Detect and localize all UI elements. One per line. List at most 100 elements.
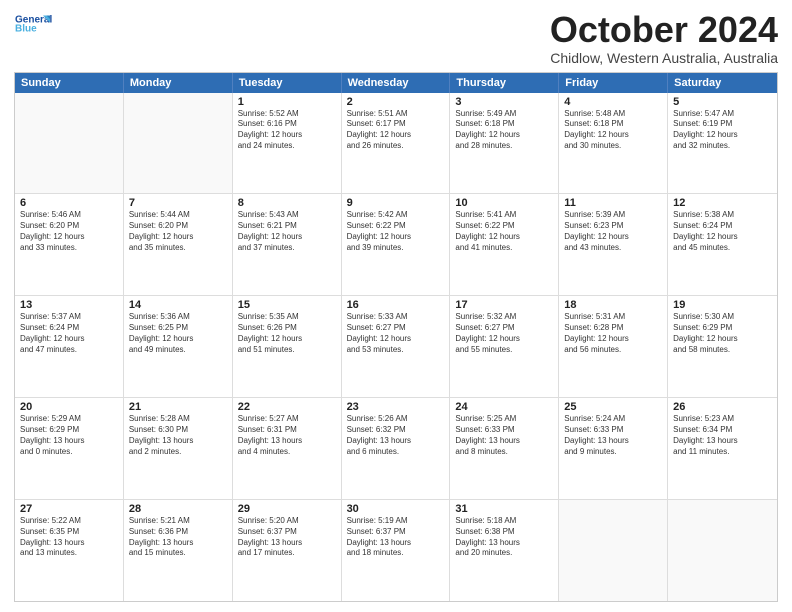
cell-info-line: Sunrise: 5:26 AM [347,414,445,425]
cell-info-line: and 8 minutes. [455,447,553,458]
day-cell-28: 28Sunrise: 5:21 AMSunset: 6:36 PMDayligh… [124,500,233,601]
cell-info-line: Sunset: 6:27 PM [347,323,445,334]
day-cell-19: 19Sunrise: 5:30 AMSunset: 6:29 PMDayligh… [668,296,777,397]
cell-info-line: Sunrise: 5:39 AM [564,210,662,221]
day-cell-24: 24Sunrise: 5:25 AMSunset: 6:33 PMDayligh… [450,398,559,499]
day-number: 20 [20,401,118,413]
cell-info-line: Daylight: 13 hours [20,538,118,549]
cell-info-line: Daylight: 13 hours [238,436,336,447]
day-cell-10: 10Sunrise: 5:41 AMSunset: 6:22 PMDayligh… [450,194,559,295]
day-cell-2: 2Sunrise: 5:51 AMSunset: 6:17 PMDaylight… [342,93,451,194]
cell-info-line: Sunset: 6:22 PM [347,221,445,232]
cell-info-line: Sunrise: 5:33 AM [347,312,445,323]
day-cell-12: 12Sunrise: 5:38 AMSunset: 6:24 PMDayligh… [668,194,777,295]
day-cell-31: 31Sunrise: 5:18 AMSunset: 6:38 PMDayligh… [450,500,559,601]
cell-info-line: and 47 minutes. [20,345,118,356]
cell-info-line: Sunset: 6:28 PM [564,323,662,334]
cell-info-line: Sunset: 6:35 PM [20,527,118,538]
cell-info-line: Daylight: 13 hours [20,436,118,447]
day-number: 10 [455,197,553,209]
cell-info-line: Sunrise: 5:51 AM [347,109,445,120]
day-cell-20: 20Sunrise: 5:29 AMSunset: 6:29 PMDayligh… [15,398,124,499]
cell-info-line: Daylight: 12 hours [347,232,445,243]
day-cell-18: 18Sunrise: 5:31 AMSunset: 6:28 PMDayligh… [559,296,668,397]
cell-info-line: Daylight: 13 hours [455,436,553,447]
cell-info-line: Daylight: 13 hours [129,538,227,549]
day-cell-22: 22Sunrise: 5:27 AMSunset: 6:31 PMDayligh… [233,398,342,499]
cell-info-line: Sunrise: 5:21 AM [129,516,227,527]
day-cell-empty-4-6 [668,500,777,601]
day-cell-26: 26Sunrise: 5:23 AMSunset: 6:34 PMDayligh… [668,398,777,499]
cell-info-line: Daylight: 12 hours [564,232,662,243]
calendar-row-0: 1Sunrise: 5:52 AMSunset: 6:16 PMDaylight… [15,93,777,195]
cell-info-line: Sunset: 6:29 PM [673,323,772,334]
cell-info-line: and 11 minutes. [673,447,772,458]
cell-info-line: Daylight: 13 hours [238,538,336,549]
cell-info-line: Daylight: 12 hours [564,130,662,141]
day-number: 4 [564,96,662,108]
day-cell-empty-4-5 [559,500,668,601]
calendar-header: SundayMondayTuesdayWednesdayThursdayFrid… [15,73,777,93]
cell-info-line: and 33 minutes. [20,243,118,254]
cell-info-line: Daylight: 12 hours [347,130,445,141]
day-number: 24 [455,401,553,413]
day-number: 2 [347,96,445,108]
day-number: 27 [20,503,118,515]
cell-info-line: Sunrise: 5:24 AM [564,414,662,425]
day-number: 26 [673,401,772,413]
day-cell-5: 5Sunrise: 5:47 AMSunset: 6:19 PMDaylight… [668,93,777,194]
cell-info-line: and 20 minutes. [455,548,553,559]
logo: General Blue [14,10,54,38]
day-cell-3: 3Sunrise: 5:49 AMSunset: 6:18 PMDaylight… [450,93,559,194]
page: General Blue October 2024 Chidlow, Weste… [0,0,792,612]
day-cell-27: 27Sunrise: 5:22 AMSunset: 6:35 PMDayligh… [15,500,124,601]
day-number: 16 [347,299,445,311]
cell-info-line: and 32 minutes. [673,141,772,152]
cell-info-line: Daylight: 12 hours [129,334,227,345]
day-number: 1 [238,96,336,108]
cell-info-line: and 39 minutes. [347,243,445,254]
calendar-row-2: 13Sunrise: 5:37 AMSunset: 6:24 PMDayligh… [15,296,777,398]
cell-info-line: Sunrise: 5:44 AM [129,210,227,221]
cell-info-line: Daylight: 12 hours [564,334,662,345]
location-title: Chidlow, Western Australia, Australia [550,50,778,66]
cell-info-line: and 2 minutes. [129,447,227,458]
cell-info-line: Sunset: 6:24 PM [20,323,118,334]
cell-info-line: and 28 minutes. [455,141,553,152]
cell-info-line: Daylight: 12 hours [673,232,772,243]
cell-info-line: and 35 minutes. [129,243,227,254]
title-section: October 2024 Chidlow, Western Australia,… [550,10,778,66]
cell-info-line: Sunset: 6:20 PM [20,221,118,232]
cell-info-line: Sunrise: 5:47 AM [673,109,772,120]
day-number: 6 [20,197,118,209]
day-cell-30: 30Sunrise: 5:19 AMSunset: 6:37 PMDayligh… [342,500,451,601]
day-cell-25: 25Sunrise: 5:24 AMSunset: 6:33 PMDayligh… [559,398,668,499]
cell-info-line: and 51 minutes. [238,345,336,356]
cell-info-line: Sunset: 6:21 PM [238,221,336,232]
cell-info-line: Sunset: 6:37 PM [238,527,336,538]
cell-info-line: Sunset: 6:33 PM [564,425,662,436]
cell-info-line: Sunrise: 5:29 AM [20,414,118,425]
day-cell-8: 8Sunrise: 5:43 AMSunset: 6:21 PMDaylight… [233,194,342,295]
cell-info-line: Sunset: 6:19 PM [673,119,772,130]
cell-info-line: Sunrise: 5:46 AM [20,210,118,221]
day-cell-11: 11Sunrise: 5:39 AMSunset: 6:23 PMDayligh… [559,194,668,295]
day-number: 12 [673,197,772,209]
calendar-body: 1Sunrise: 5:52 AMSunset: 6:16 PMDaylight… [15,93,777,601]
day-number: 3 [455,96,553,108]
cell-info-line: Sunrise: 5:19 AM [347,516,445,527]
cell-info-line: Daylight: 12 hours [455,232,553,243]
cell-info-line: Daylight: 12 hours [455,130,553,141]
cell-info-line: Sunset: 6:20 PM [129,221,227,232]
cell-info-line: Sunrise: 5:32 AM [455,312,553,323]
cell-info-line: Sunset: 6:24 PM [673,221,772,232]
cell-info-line: and 4 minutes. [238,447,336,458]
cell-info-line: Sunrise: 5:37 AM [20,312,118,323]
day-cell-29: 29Sunrise: 5:20 AMSunset: 6:37 PMDayligh… [233,500,342,601]
day-number: 17 [455,299,553,311]
cell-info-line: Sunset: 6:29 PM [20,425,118,436]
cell-info-line: Sunrise: 5:28 AM [129,414,227,425]
cell-info-line: Sunrise: 5:22 AM [20,516,118,527]
cell-info-line: Sunrise: 5:35 AM [238,312,336,323]
day-number: 15 [238,299,336,311]
